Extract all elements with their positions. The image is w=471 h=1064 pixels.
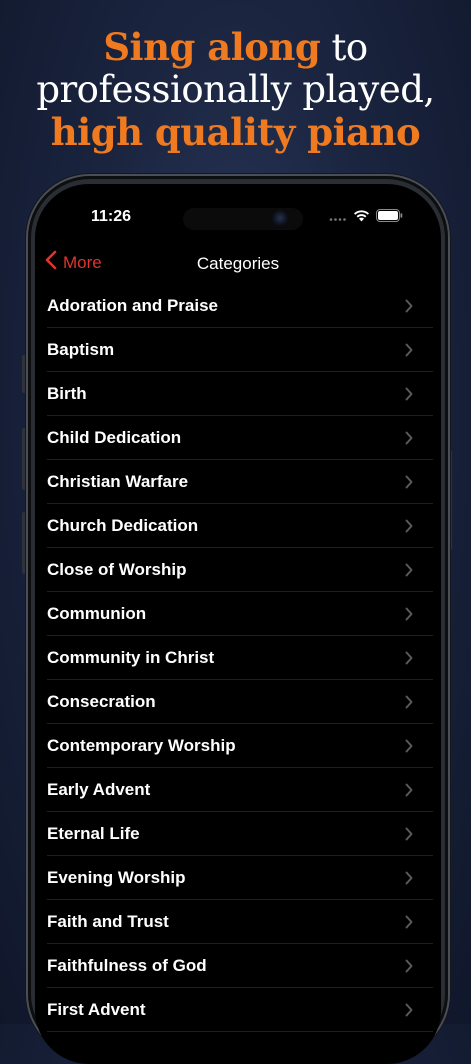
headline-accent-1: Sing along [103,25,321,69]
category-label: Eternal Life [47,824,140,843]
chevron-right-icon [405,651,413,670]
category-row[interactable]: Adoration and Praise [35,284,441,328]
promo-headline: Sing along to professionally played, hig… [0,26,471,153]
category-row[interactable]: Community in Christ [35,636,441,680]
wifi-icon [353,209,370,227]
category-row[interactable]: Faithfulness of God [35,944,441,988]
category-label: Christian Warfare [47,472,189,491]
category-label: First Advent [47,1000,146,1019]
chevron-right-icon [405,827,413,846]
phone-screen: 11:26 More Categories Adoration and Prai… [35,184,441,1064]
category-row[interactable]: Church Dedication [35,504,441,548]
category-label: Birth [47,384,87,403]
category-row[interactable]: Baptism [35,328,441,372]
camera-icon [272,210,288,226]
category-label: Consecration [47,692,156,711]
headline-accent-3: high quality piano [50,110,421,154]
chevron-right-icon [405,519,413,538]
category-label: Community in Christ [47,648,215,667]
category-label: Early Advent [47,780,151,799]
chevron-right-icon [405,387,413,406]
chevron-right-icon [405,563,413,582]
chevron-right-icon [405,783,413,802]
battery-icon [376,209,403,227]
row-divider [47,1031,433,1032]
category-row[interactable]: Faith and Trust [35,900,441,944]
category-row[interactable]: First Advent [35,988,441,1032]
category-label: Evening Worship [47,868,186,887]
category-label: Faith and Trust [47,912,169,931]
chevron-right-icon [405,431,413,450]
category-label: Faithfulness of God [47,956,207,975]
category-row[interactable]: Close of Worship [35,548,441,592]
phone-volume-up [22,428,26,490]
headline-text-1: to [320,26,369,69]
chevron-right-icon [405,299,413,318]
category-label: Contemporary Worship [47,736,236,755]
category-label: Adoration and Praise [47,296,218,315]
chevron-right-icon [405,343,413,362]
category-list: Adoration and Praise Baptism Birth Child De… [35,284,441,1032]
category-row[interactable]: Early Advent [35,768,441,812]
chevron-right-icon [405,695,413,714]
status-icons [329,209,403,227]
category-label: Communion [47,604,147,623]
category-row[interactable]: Eternal Life [35,812,441,856]
signal-icon [329,209,347,227]
category-label: Baptism [47,340,115,359]
category-row[interactable]: Contemporary Worship [35,724,441,768]
category-row[interactable]: Birth [35,372,441,416]
category-label: Church Dedication [47,516,199,535]
chevron-right-icon [405,1003,413,1022]
chevron-right-icon [405,739,413,758]
category-label: Child Dedication [47,428,182,447]
phone-power-button [448,450,452,550]
chevron-right-icon [405,959,413,978]
category-row[interactable]: Child Dedication [35,416,441,460]
phone-action-button [22,355,26,393]
category-label: Close of Worship [47,560,187,579]
category-row[interactable]: Evening Worship [35,856,441,900]
chevron-right-icon [405,915,413,934]
category-row[interactable]: Consecration [35,680,441,724]
chevron-right-icon [405,475,413,494]
chevron-right-icon [405,607,413,626]
phone-volume-down [22,512,26,574]
headline-line-2: professionally played, [36,68,435,111]
category-row[interactable]: Communion [35,592,441,636]
page-title: Categories [196,254,280,273]
chevron-right-icon [405,871,413,890]
status-time: 11:26 [91,208,132,225]
category-row[interactable]: Christian Warfare [35,460,441,504]
